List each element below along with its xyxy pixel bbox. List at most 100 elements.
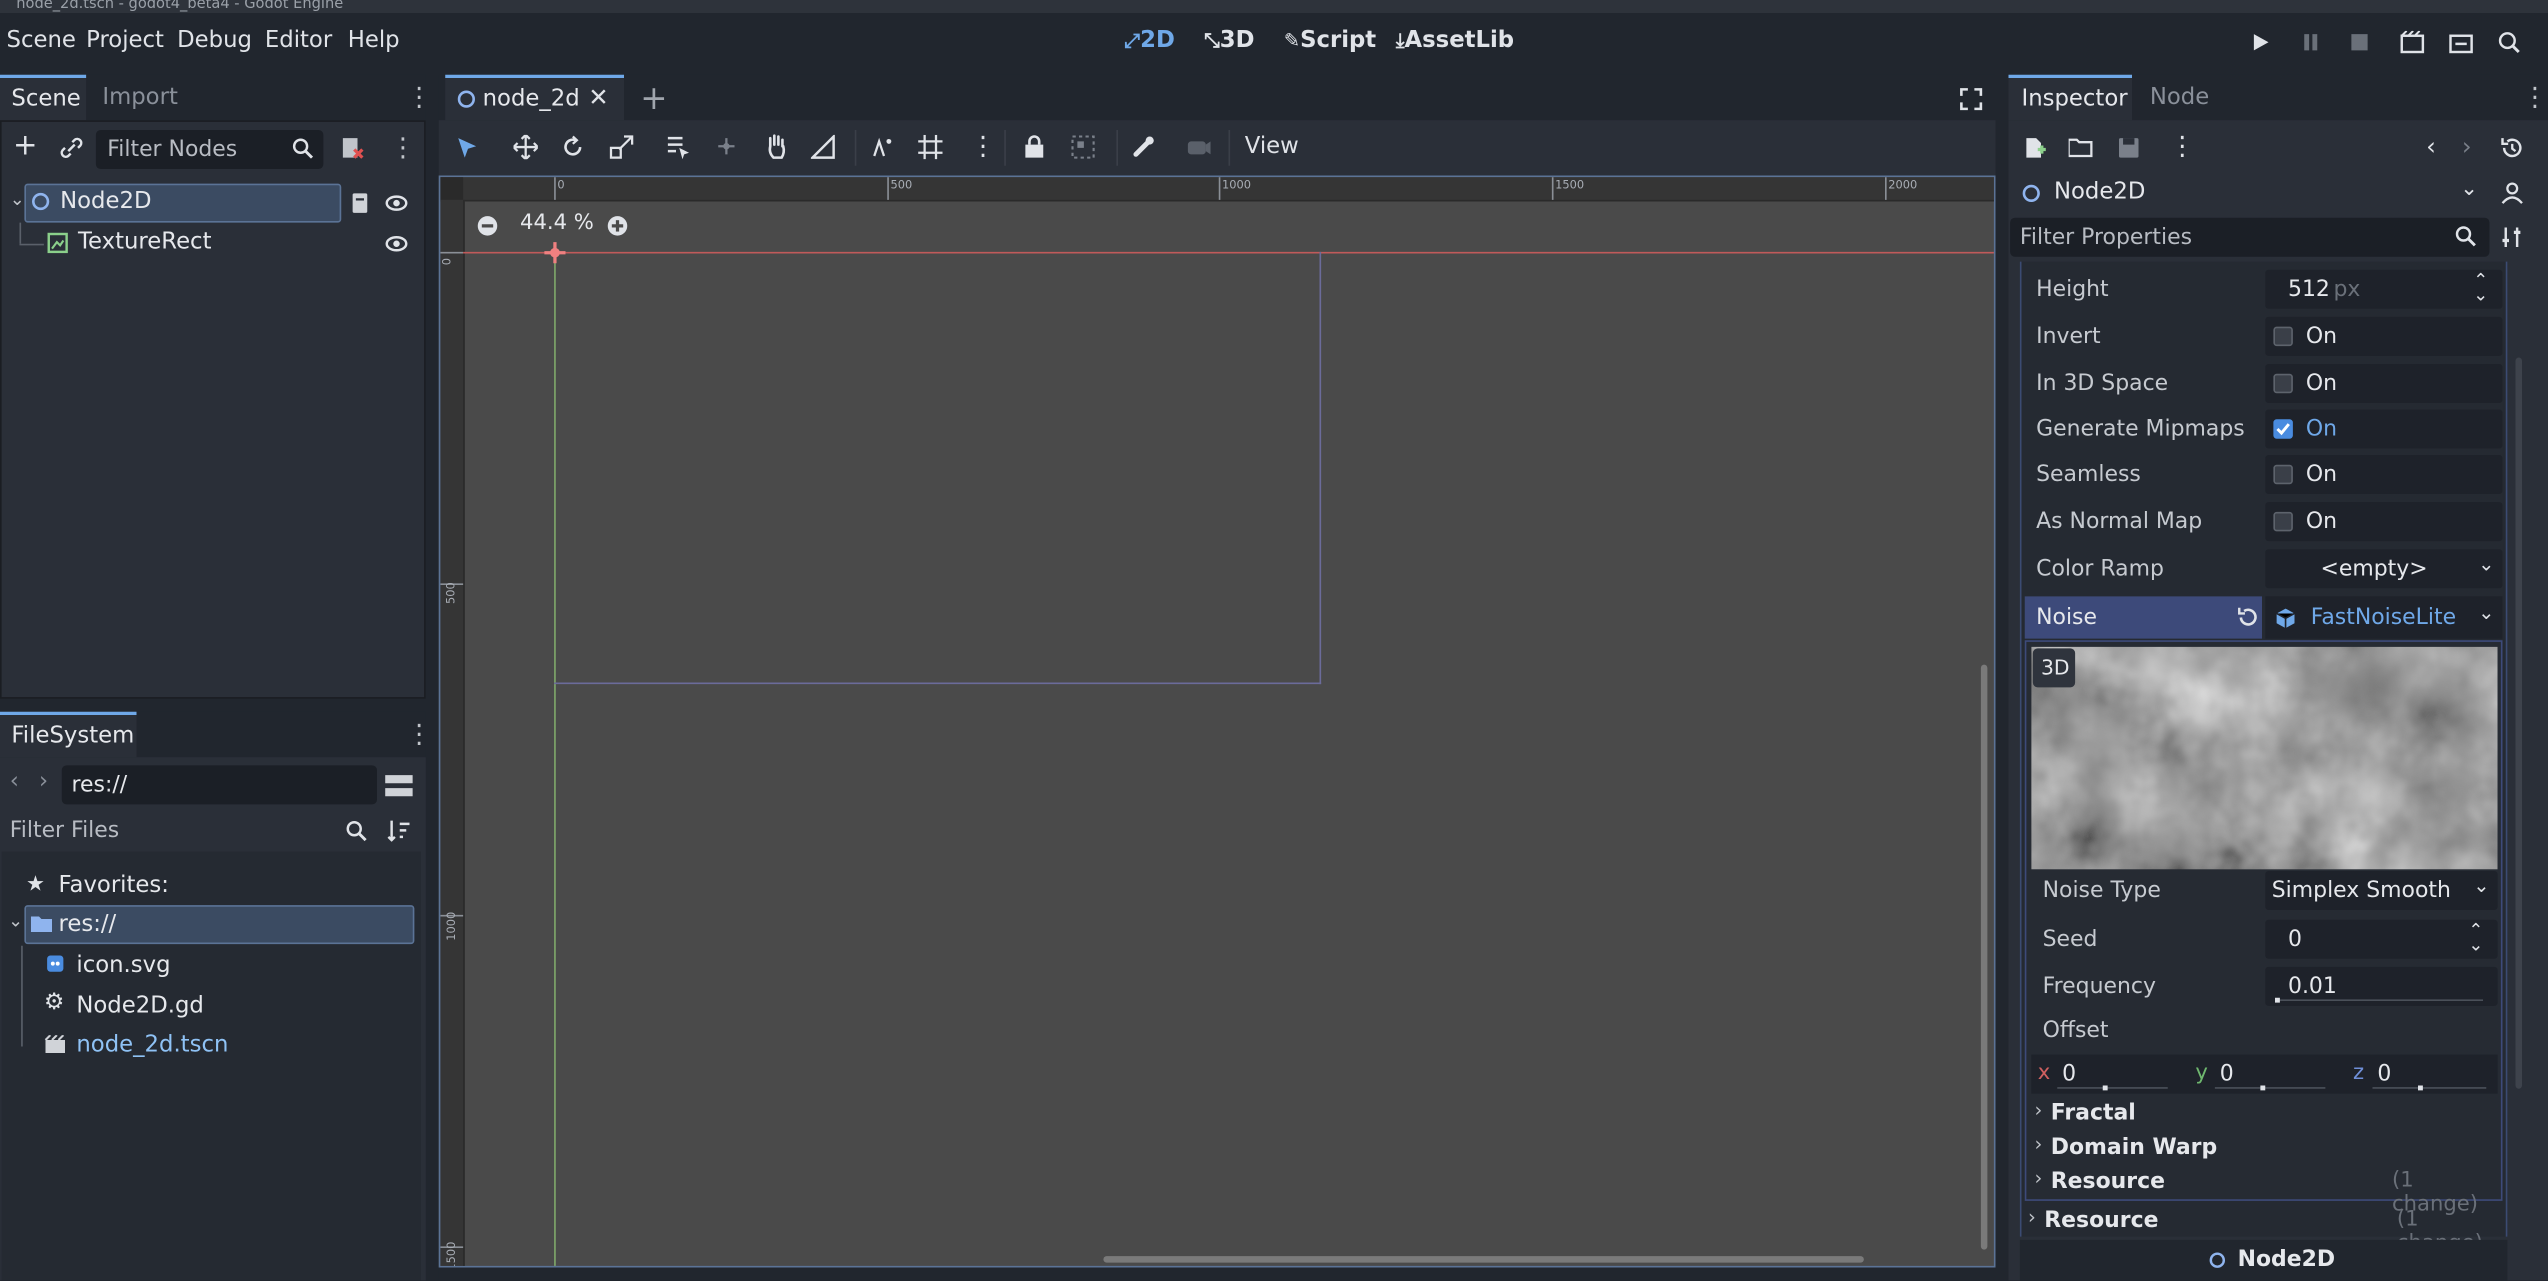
section-outer-resource[interactable]: › Resource (1 change) [2025, 1204, 2503, 1256]
offset-z-field[interactable]: z 0 [2350, 1056, 2490, 1092]
stop-icon[interactable] [2350, 33, 2370, 53]
height-spinbox[interactable]: 512 px ⌃ ⌄ [2265, 269, 2503, 309]
filter-files-input[interactable]: Filter Files [0, 809, 426, 851]
smart-snap-icon[interactable] [871, 135, 895, 159]
chevron-down-icon-fs[interactable]: ⌄ [8, 910, 23, 931]
seamless-checkbox[interactable] [2273, 464, 2293, 485]
tab-filesystem[interactable]: FileSystem [0, 711, 137, 758]
tree-label-texturerect[interactable]: TextureRect [78, 229, 212, 255]
favorites-label[interactable]: Favorites: [59, 873, 169, 899]
move-mode-icon[interactable] [513, 134, 538, 160]
inspector-scrollbar[interactable] [2515, 357, 2522, 1089]
in-3d-space-checkbox[interactable] [2273, 373, 2293, 394]
snap-options-icon[interactable]: ⋮ [970, 130, 996, 161]
open-folder-icon[interactable] [2068, 137, 2093, 158]
generate-mipmaps-checkbox[interactable] [2273, 419, 2293, 439]
offset-y-field[interactable]: y 0 [2192, 1056, 2326, 1092]
scene-menu-icon[interactable]: ⋮ [390, 132, 416, 163]
play-custom-scene-icon[interactable] [2449, 31, 2473, 54]
add-scene-tab-icon[interactable]: + [640, 78, 667, 117]
tools-icon[interactable] [2501, 226, 2524, 249]
pause-icon[interactable] [2301, 33, 2321, 53]
file-icon-svg[interactable]: icon.svg [76, 952, 170, 978]
zoom-in-icon[interactable] [606, 215, 629, 238]
grid-snap-icon[interactable] [918, 134, 943, 160]
rotate-mode-icon[interactable] [561, 135, 585, 159]
group-icon[interactable] [1071, 135, 1095, 159]
file-node2d-tscn[interactable]: node_2d.tscn [76, 1032, 228, 1058]
save-icon[interactable] [2117, 137, 2140, 160]
history-icon[interactable] [2501, 137, 2524, 160]
tab-scene[interactable]: Scene [0, 74, 87, 121]
distraction-free-icon[interactable] [1960, 88, 1983, 111]
node-info-icon[interactable] [2501, 182, 2524, 205]
filter-properties-input[interactable]: Filter Properties [2010, 217, 2490, 257]
preview-3d-toggle[interactable]: 3D [2032, 648, 2076, 688]
link-icon[interactable] [60, 137, 83, 160]
skeleton-icon[interactable] [1131, 135, 1155, 159]
pan-mode-icon[interactable] [764, 133, 788, 159]
noise-resource-picker[interactable]: FastNoiseLite ⌄ [2265, 596, 2503, 639]
tab-inspector[interactable]: Inspector [2008, 74, 2132, 121]
canvas-viewport[interactable]: 0 500 1000 1500 2000 0 500 1000 1500 44.… [438, 175, 1996, 1268]
script-attached-icon[interactable] [349, 192, 372, 215]
frequency-slider[interactable]: 0.01 [2265, 966, 2498, 1006]
section-fractal[interactable]: › Fractal [2031, 1097, 2497, 1130]
color-ramp-picker[interactable]: <empty> ⌄ [2265, 549, 2503, 589]
menu-help[interactable]: Help [348, 28, 400, 54]
as-normal-map-checkbox[interactable] [2273, 511, 2293, 532]
offset-x-grabber[interactable] [2102, 1085, 2108, 1091]
dock-menu-icon[interactable]: ⋮ [406, 81, 432, 112]
inspector-dock-menu-icon[interactable]: ⋮ [2522, 81, 2548, 112]
close-icon[interactable]: ✕ [588, 83, 608, 112]
zoom-out-icon[interactable] [476, 215, 499, 238]
visibility-eye-icon[interactable] [385, 193, 408, 213]
spinner-arrows-icon[interactable]: ⌃ ⌄ [2473, 271, 2488, 304]
filter-nodes-input[interactable]: Filter Nodes [95, 130, 324, 169]
menu-debug[interactable]: Debug [177, 28, 252, 54]
detach-script-icon[interactable] [340, 137, 364, 161]
horizontal-scrollbar[interactable] [1103, 1256, 1864, 1263]
invert-checkbox[interactable] [2273, 326, 2293, 347]
movie-maker-icon[interactable] [2498, 31, 2522, 54]
workspace-assetlib-button[interactable]: ⤓AssetLib [1396, 28, 1514, 54]
offset-x-field[interactable]: x 0 [2035, 1056, 2168, 1092]
select-mode-icon[interactable] [457, 137, 478, 160]
pivot-mode-icon[interactable] [715, 135, 739, 159]
offset-y-grabber[interactable] [2260, 1085, 2266, 1091]
tab-node[interactable]: Node [2150, 85, 2209, 111]
forward-arrow-icon[interactable]: › [39, 769, 48, 795]
chevron-down-icon[interactable]: ⌄ [10, 189, 25, 210]
menu-project[interactable]: Project [86, 28, 164, 54]
section-inner-resource[interactable]: › Resource (1 change) [2031, 1165, 2497, 1217]
resource-menu-icon[interactable]: ⋮ [2169, 130, 2195, 161]
revert-icon[interactable] [2236, 606, 2259, 629]
play-scene-icon[interactable] [2400, 30, 2425, 54]
seed-spinbox[interactable]: 0 ⌃ ⌄ [2265, 919, 2498, 959]
spinner-arrows-icon-seed[interactable]: ⌃ ⌄ [2468, 921, 2483, 954]
path-input[interactable]: res:// [61, 765, 377, 805]
list-select-icon[interactable] [666, 135, 690, 160]
menu-editor[interactable]: Editor [265, 28, 332, 54]
scene-tab-node2d[interactable]: node_2d ✕ [445, 74, 624, 121]
workspace-script-button[interactable]: ✎Script [1284, 28, 1376, 54]
filesystem-dock-menu-icon[interactable]: ⋮ [406, 718, 432, 749]
workspace-2d-button[interactable]: ⤢2D [1125, 28, 1175, 54]
history-back-icon[interactable]: ‹ [2426, 132, 2436, 161]
split-mode-icon[interactable] [385, 774, 413, 798]
zoom-level-button[interactable]: 44.4 % [520, 211, 594, 235]
tab-import[interactable]: Import [102, 85, 178, 111]
offset-z-grabber[interactable] [2418, 1085, 2423, 1091]
camera-override-icon[interactable] [1186, 135, 1211, 159]
section-domain-warp[interactable]: › Domain Warp [2031, 1131, 2497, 1164]
new-resource-icon[interactable] [2023, 137, 2046, 160]
back-arrow-icon[interactable]: ‹ [10, 769, 19, 795]
play-icon[interactable] [2251, 33, 2271, 53]
add-node-icon[interactable]: + [13, 128, 38, 162]
view-menu-button[interactable]: View [1245, 133, 1299, 159]
object-selector[interactable]: Node2D ⌄ [2015, 174, 2490, 213]
sort-icon[interactable] [387, 819, 410, 842]
file-node2d-gd[interactable]: Node2D.gd [76, 993, 203, 1019]
noise-property-header[interactable]: Noise [2024, 596, 2262, 639]
scale-mode-icon[interactable] [609, 135, 634, 159]
